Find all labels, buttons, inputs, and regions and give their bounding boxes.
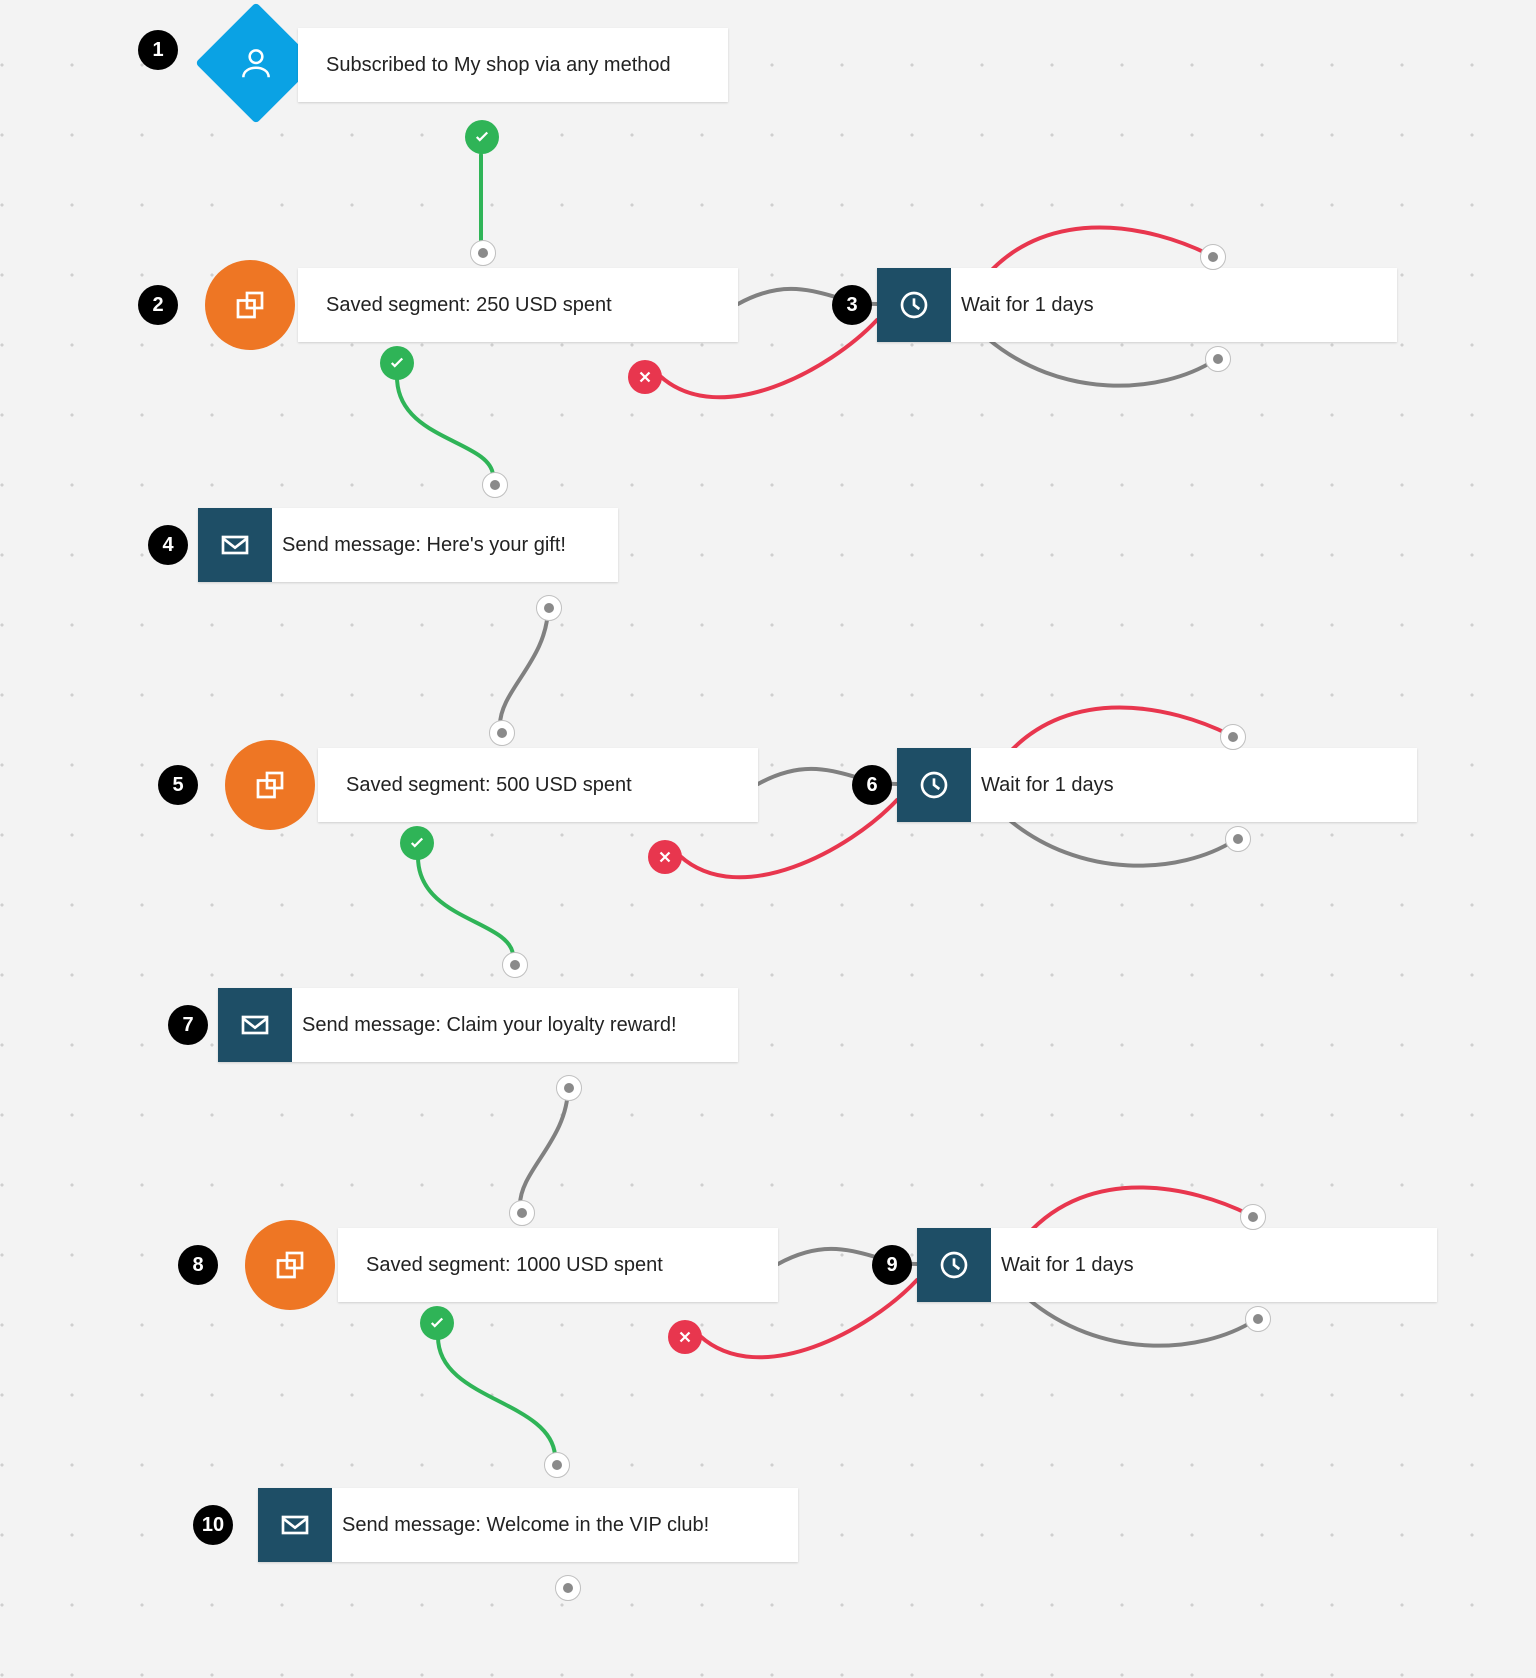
mail-icon — [219, 529, 251, 561]
mail-icon — [279, 1509, 311, 1541]
message-label-10: Send message: Welcome in the VIP club! — [332, 1514, 737, 1537]
status-check-1 — [465, 120, 499, 154]
segment-circle-5[interactable] — [225, 740, 315, 830]
step-badge-7: 7 — [168, 1005, 208, 1045]
step-badge-3: 3 — [832, 285, 872, 325]
status-check-5 — [400, 826, 434, 860]
step-badge-5: 5 — [158, 765, 198, 805]
wait-icon-box — [917, 1228, 991, 1302]
segment-icon — [252, 767, 288, 803]
check-icon — [408, 834, 426, 852]
status-check-2 — [380, 346, 414, 380]
port — [1245, 1306, 1271, 1332]
person-icon — [237, 44, 275, 82]
wait-label-9: Wait for 1 days — [991, 1254, 1162, 1277]
cross-icon — [656, 848, 674, 866]
message-card-4[interactable]: Send message: Here's your gift! — [198, 508, 618, 582]
segment-card-8[interactable]: Saved segment: 1000 USD spent — [338, 1228, 778, 1302]
status-cross-8 — [668, 1320, 702, 1354]
segment-card-2[interactable]: Saved segment: 250 USD spent — [298, 268, 738, 342]
wait-icon-box — [877, 268, 951, 342]
step-badge-4: 4 — [148, 525, 188, 565]
port — [544, 1452, 570, 1478]
clock-icon — [898, 289, 930, 321]
message-label-4: Send message: Here's your gift! — [272, 534, 594, 557]
port — [1205, 346, 1231, 372]
step-badge-2: 2 — [138, 285, 178, 325]
wait-card-9[interactable]: Wait for 1 days — [917, 1228, 1437, 1302]
step-badge-8: 8 — [178, 1245, 218, 1285]
message-card-10[interactable]: Send message: Welcome in the VIP club! — [258, 1488, 798, 1562]
check-icon — [428, 1314, 446, 1332]
status-cross-2 — [628, 360, 662, 394]
segment-circle-2[interactable] — [205, 260, 295, 350]
port — [1220, 724, 1246, 750]
port — [482, 472, 508, 498]
trigger-card[interactable]: Subscribed to My shop via any method — [298, 28, 728, 102]
wait-icon-box — [897, 748, 971, 822]
port — [470, 240, 496, 266]
status-cross-5 — [648, 840, 682, 874]
mail-icon-box — [198, 508, 272, 582]
segment-label-5: Saved segment: 500 USD spent — [318, 774, 660, 797]
step-badge-10: 10 — [193, 1505, 233, 1545]
wait-label-6: Wait for 1 days — [971, 774, 1142, 797]
step-badge-6: 6 — [852, 765, 892, 805]
segment-icon — [232, 287, 268, 323]
port — [489, 720, 515, 746]
check-icon — [388, 354, 406, 372]
mail-icon-box — [218, 988, 292, 1062]
port — [502, 952, 528, 978]
port — [1240, 1204, 1266, 1230]
mail-icon-box — [258, 1488, 332, 1562]
port — [556, 1075, 582, 1101]
status-check-8 — [420, 1306, 454, 1340]
message-card-7[interactable]: Send message: Claim your loyalty reward! — [218, 988, 738, 1062]
step-badge-9: 9 — [872, 1245, 912, 1285]
message-label-7: Send message: Claim your loyalty reward! — [292, 1014, 705, 1037]
segment-label-8: Saved segment: 1000 USD spent — [338, 1254, 691, 1277]
segment-card-5[interactable]: Saved segment: 500 USD spent — [318, 748, 758, 822]
cross-icon — [636, 368, 654, 386]
port — [555, 1575, 581, 1601]
port — [536, 595, 562, 621]
cross-icon — [676, 1328, 694, 1346]
segment-icon — [272, 1247, 308, 1283]
port — [509, 1200, 535, 1226]
port — [1200, 244, 1226, 270]
wait-card-3[interactable]: Wait for 1 days — [877, 268, 1397, 342]
step-badge-1: 1 — [138, 30, 178, 70]
check-icon — [473, 128, 491, 146]
trigger-label: Subscribed to My shop via any method — [298, 54, 699, 77]
canvas-grid — [0, 0, 1536, 1678]
clock-icon — [938, 1249, 970, 1281]
port — [1225, 826, 1251, 852]
segment-circle-8[interactable] — [245, 1220, 335, 1310]
segment-label-2: Saved segment: 250 USD spent — [298, 294, 640, 317]
mail-icon — [239, 1009, 271, 1041]
wait-card-6[interactable]: Wait for 1 days — [897, 748, 1417, 822]
wait-label-3: Wait for 1 days — [951, 294, 1122, 317]
clock-icon — [918, 769, 950, 801]
